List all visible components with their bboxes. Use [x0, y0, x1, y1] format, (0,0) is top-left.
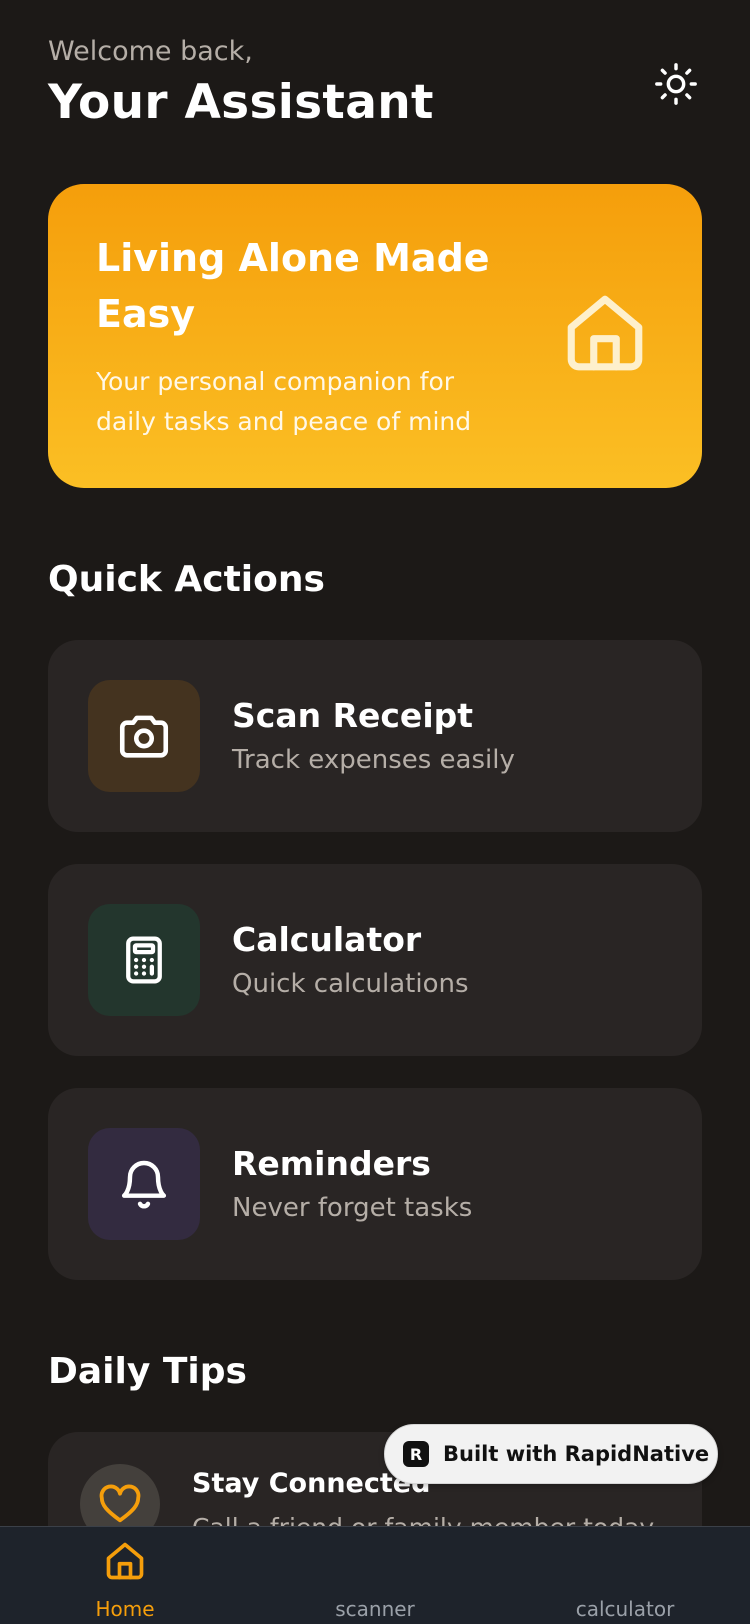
action-reminders[interactable]: Reminders Never forget tasks — [48, 1088, 702, 1280]
quick-actions-title: Quick Actions — [48, 559, 325, 600]
tab-label: scanner — [335, 1597, 415, 1621]
action-subtitle: Never forget tasks — [232, 1193, 473, 1223]
calculator-icon — [126, 936, 162, 984]
home-icon — [106, 1542, 144, 1580]
bottom-tab-bar: Home scanner calculator — [0, 1526, 750, 1624]
hero-subtitle: Your personal companion for daily tasks … — [96, 367, 472, 436]
built-with-badge[interactable]: R Built with RapidNative — [384, 1424, 718, 1484]
welcome-text: Welcome back, — [48, 36, 253, 67]
header: Welcome back, Your Assistant — [48, 34, 702, 134]
action-scan-receipt[interactable]: Scan Receipt Track expenses easily — [48, 640, 702, 832]
page-title: Your Assistant — [48, 75, 434, 130]
daily-tips-title: Daily Tips — [48, 1351, 247, 1392]
hero-title: Living Alone Made Easy — [96, 236, 490, 336]
badge-text: Built with RapidNative — [443, 1442, 710, 1466]
action-icon-box — [88, 904, 200, 1016]
tab-calculator[interactable]: calculator — [500, 1527, 750, 1624]
theme-toggle-button[interactable] — [650, 58, 702, 110]
home-icon — [567, 295, 643, 371]
action-subtitle: Track expenses easily — [232, 745, 515, 775]
tab-home[interactable]: Home — [0, 1527, 250, 1624]
tab-label: Home — [95, 1597, 155, 1621]
action-subtitle: Quick calculations — [232, 969, 469, 999]
hero-card: Living Alone Made Easy Your personal com… — [48, 184, 702, 488]
tab-label: calculator — [575, 1597, 675, 1621]
tab-scanner[interactable]: scanner — [250, 1527, 500, 1624]
camera-icon — [119, 715, 169, 758]
action-title: Reminders — [232, 1144, 431, 1183]
action-calculator[interactable]: Calculator Quick calculations — [48, 864, 702, 1056]
action-icon-box — [88, 680, 200, 792]
bell-icon — [121, 1160, 167, 1209]
rapidnative-logo-icon: R — [403, 1441, 429, 1467]
sun-icon — [655, 63, 697, 105]
action-icon-box — [88, 1128, 200, 1240]
action-title: Calculator — [232, 920, 422, 959]
home-screen: Welcome back, Your Assistant Living Alon… — [0, 0, 750, 1624]
action-title: Scan Receipt — [232, 696, 474, 735]
heart-icon — [99, 1484, 141, 1523]
